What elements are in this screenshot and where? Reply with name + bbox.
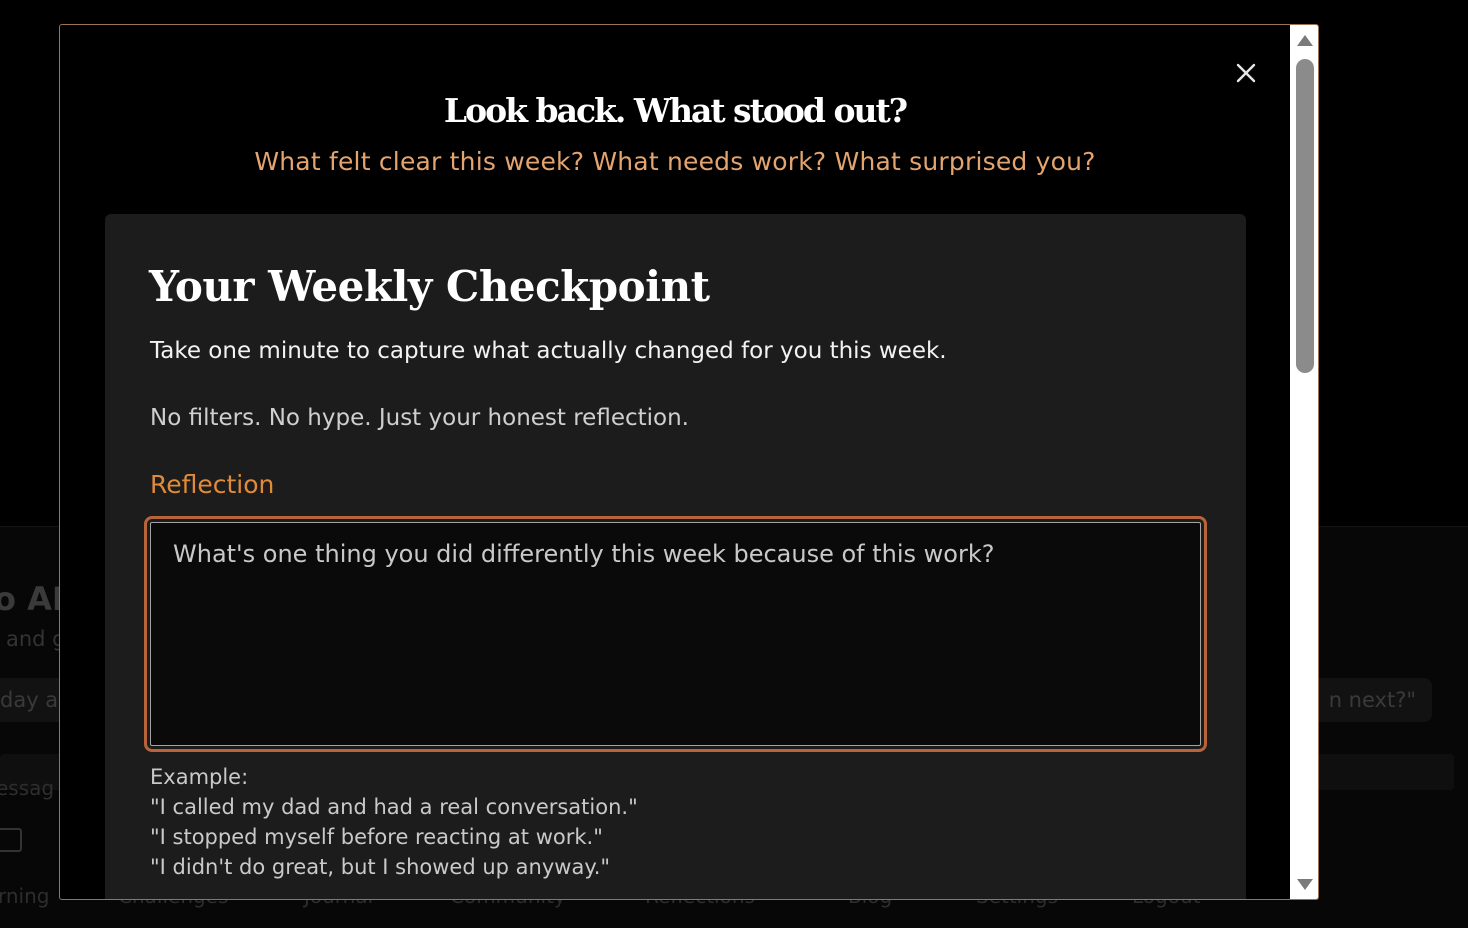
background-input-placeholder: essag	[0, 776, 55, 800]
reflection-label: Reflection	[150, 470, 275, 499]
scrollbar-thumb[interactable]	[1296, 59, 1314, 373]
scroll-up-arrow-icon[interactable]	[1297, 35, 1313, 46]
card-intro: Take one minute to capture what actually…	[150, 338, 947, 364]
example-item: "I stopped myself before reacting at wor…	[150, 825, 603, 849]
background-chip-label: n next?"	[1328, 688, 1416, 712]
background-subheading: and g	[6, 627, 66, 651]
close-icon	[1236, 63, 1256, 83]
modal-scrollbar[interactable]	[1290, 25, 1318, 899]
example-block: Example: "I called my dad and had a real…	[150, 762, 638, 882]
example-heading: Example:	[150, 765, 249, 789]
modal-title: Look back. What stood out?	[443, 91, 908, 130]
nav-item-learning[interactable]: rning	[0, 884, 49, 908]
checkpoint-card: Your Weekly Checkpoint Take one minute t…	[105, 214, 1246, 899]
book-icon	[0, 828, 22, 852]
scroll-down-arrow-icon[interactable]	[1297, 879, 1313, 890]
background-suggestion-chip[interactable]: n next?"	[1300, 678, 1432, 722]
example-item: "I didn't do great, but I showed up anyw…	[150, 855, 611, 879]
card-title: Your Weekly Checkpoint	[149, 262, 710, 311]
background-heading: o AI	[0, 580, 64, 618]
reflection-field-focus-ring	[144, 516, 1207, 752]
background-chip-label: day a	[0, 688, 59, 712]
example-item: "I called my dad and had a real conversa…	[150, 795, 638, 819]
card-note: No filters. No hype. Just your honest re…	[150, 405, 689, 431]
modal-subtitle: What felt clear this week? What needs wo…	[254, 147, 1096, 176]
reflection-textarea[interactable]	[150, 522, 1201, 746]
weekly-checkpoint-modal: Look back. What stood out? What felt cle…	[59, 24, 1319, 900]
close-button[interactable]	[1232, 59, 1260, 87]
